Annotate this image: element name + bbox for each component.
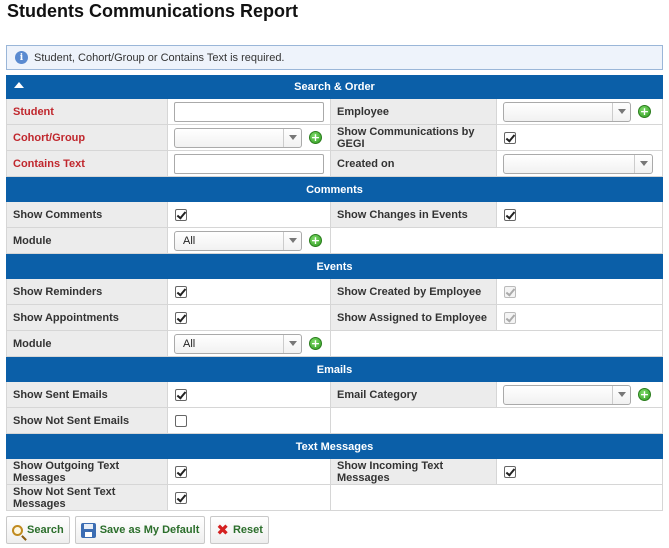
page-title: Students Communications Report bbox=[7, 1, 299, 21]
email-category-label: Email Category bbox=[331, 382, 497, 408]
add-employee-icon[interactable]: + bbox=[638, 105, 651, 118]
show-assigned-label: Show Assigned to Employee bbox=[331, 305, 497, 331]
show-assigned-checkbox bbox=[504, 311, 516, 324]
events-module-select[interactable]: All bbox=[174, 333, 302, 354]
show-not-sent-text-label: Show Not Sent Text Messages bbox=[6, 485, 168, 511]
show-reminders-label: Show Reminders bbox=[6, 279, 168, 305]
student-input[interactable] bbox=[174, 101, 324, 122]
notice-text: Student, Cohort/Group or Contains Text i… bbox=[34, 51, 285, 64]
comments-module-select[interactable]: All bbox=[174, 230, 302, 251]
employee-select[interactable] bbox=[503, 101, 631, 122]
chevron-down-icon bbox=[283, 231, 301, 250]
form-row: Show Not Sent Emails bbox=[6, 408, 663, 434]
show-outgoing-label: Show Outgoing Text Messages bbox=[6, 459, 168, 485]
save-default-button-label: Save as My Default bbox=[99, 524, 200, 536]
add-cohort-icon[interactable]: + bbox=[309, 131, 322, 144]
validation-notice: i Student, Cohort/Group or Contains Text… bbox=[6, 45, 663, 70]
comments-module-label: Module bbox=[6, 228, 168, 254]
created-on-select[interactable] bbox=[503, 153, 653, 174]
show-not-sent-text-checkbox[interactable] bbox=[175, 491, 187, 504]
empty-cell bbox=[331, 331, 663, 357]
employee-label: Employee bbox=[331, 99, 497, 125]
section-title: Text Messages bbox=[295, 440, 374, 453]
comments-module-value: All bbox=[183, 234, 196, 247]
floppy-disk-icon bbox=[80, 522, 96, 538]
chevron-down-icon bbox=[283, 334, 301, 353]
section-header-emails: Emails bbox=[6, 357, 663, 382]
chevron-down-icon bbox=[612, 385, 630, 404]
empty-cell bbox=[331, 228, 663, 254]
form-row: Module All + bbox=[6, 331, 663, 357]
show-comments-checkbox[interactable] bbox=[175, 208, 187, 221]
form-row: Contains Text Created on bbox=[6, 151, 663, 177]
show-not-sent-emails-checkbox[interactable] bbox=[175, 414, 187, 427]
form-row: Show Comments Show Changes in Events bbox=[6, 202, 663, 228]
created-on-label: Created on bbox=[331, 151, 497, 177]
show-incoming-checkbox[interactable] bbox=[504, 465, 516, 478]
add-comments-module-icon[interactable]: + bbox=[309, 234, 322, 247]
red-x-icon: ✖ bbox=[216, 521, 229, 539]
form-row: Show Appointments Show Assigned to Emplo… bbox=[6, 305, 663, 331]
cohort-label: Cohort/Group bbox=[6, 125, 168, 151]
section-header-comments: Comments bbox=[6, 177, 663, 202]
info-icon: i bbox=[15, 51, 28, 64]
show-outgoing-checkbox[interactable] bbox=[175, 465, 187, 478]
form-row: Show Outgoing Text Messages Show Incomin… bbox=[6, 459, 663, 485]
section-title: Search & Order bbox=[294, 81, 375, 93]
section-title: Emails bbox=[316, 363, 353, 376]
section-header-search-order[interactable]: Search & Order bbox=[6, 75, 663, 99]
show-incoming-label: Show Incoming Text Messages bbox=[331, 459, 497, 485]
add-events-module-icon[interactable]: + bbox=[309, 337, 322, 350]
chevron-down-icon bbox=[634, 154, 652, 173]
form-row: Student Employee + bbox=[6, 99, 663, 125]
show-sent-emails-checkbox[interactable] bbox=[175, 388, 187, 401]
show-appointments-label: Show Appointments bbox=[6, 305, 168, 331]
show-gegi-checkbox[interactable] bbox=[504, 131, 516, 144]
action-buttons: Search Save as My Default ✖ Reset bbox=[6, 516, 274, 544]
empty-cell bbox=[331, 408, 663, 434]
magnifier-icon bbox=[12, 524, 23, 536]
form-row: Show Sent Emails Email Category + bbox=[6, 382, 663, 408]
form-row: Show Not Sent Text Messages bbox=[6, 485, 663, 511]
show-sent-emails-label: Show Sent Emails bbox=[6, 382, 168, 408]
search-button[interactable]: Search bbox=[6, 516, 70, 544]
section-header-events: Events bbox=[6, 254, 663, 279]
show-not-sent-emails-label: Show Not Sent Emails bbox=[6, 408, 168, 434]
show-comments-label: Show Comments bbox=[6, 202, 168, 228]
reset-button-label: Reset bbox=[232, 524, 263, 536]
chevron-up-icon[interactable] bbox=[14, 82, 24, 88]
reset-button[interactable]: ✖ Reset bbox=[210, 516, 269, 544]
show-created-by-checkbox bbox=[504, 285, 516, 298]
email-category-select[interactable] bbox=[503, 384, 631, 405]
section-title: Comments bbox=[306, 183, 363, 196]
show-changes-checkbox[interactable] bbox=[504, 208, 516, 221]
report-form: Search & Order Student Employee + Cohort… bbox=[6, 75, 663, 511]
show-reminders-checkbox[interactable] bbox=[175, 285, 187, 298]
form-row: Cohort/Group + Show Communications by GE… bbox=[6, 125, 663, 151]
form-row: Module All + bbox=[6, 228, 663, 254]
add-email-category-icon[interactable]: + bbox=[638, 388, 651, 401]
events-module-label: Module bbox=[6, 331, 168, 357]
show-gegi-label: Show Communications by GEGI bbox=[331, 125, 497, 151]
events-module-value: All bbox=[183, 337, 196, 350]
section-title: Events bbox=[316, 260, 353, 273]
show-changes-label: Show Changes in Events bbox=[331, 202, 497, 228]
show-appointments-checkbox[interactable] bbox=[175, 311, 187, 324]
student-label: Student bbox=[6, 99, 168, 125]
section-header-text-messages: Text Messages bbox=[6, 434, 663, 459]
contains-text-label: Contains Text bbox=[6, 151, 168, 177]
empty-cell bbox=[331, 485, 663, 511]
chevron-down-icon bbox=[283, 128, 301, 147]
form-row: Show Reminders Show Created by Employee bbox=[6, 279, 663, 305]
contains-text-input[interactable] bbox=[174, 153, 324, 174]
chevron-down-icon bbox=[612, 102, 630, 121]
show-created-by-label: Show Created by Employee bbox=[331, 279, 497, 305]
cohort-select[interactable] bbox=[174, 127, 302, 148]
save-default-button[interactable]: Save as My Default bbox=[74, 516, 206, 544]
search-button-label: Search bbox=[27, 524, 64, 536]
